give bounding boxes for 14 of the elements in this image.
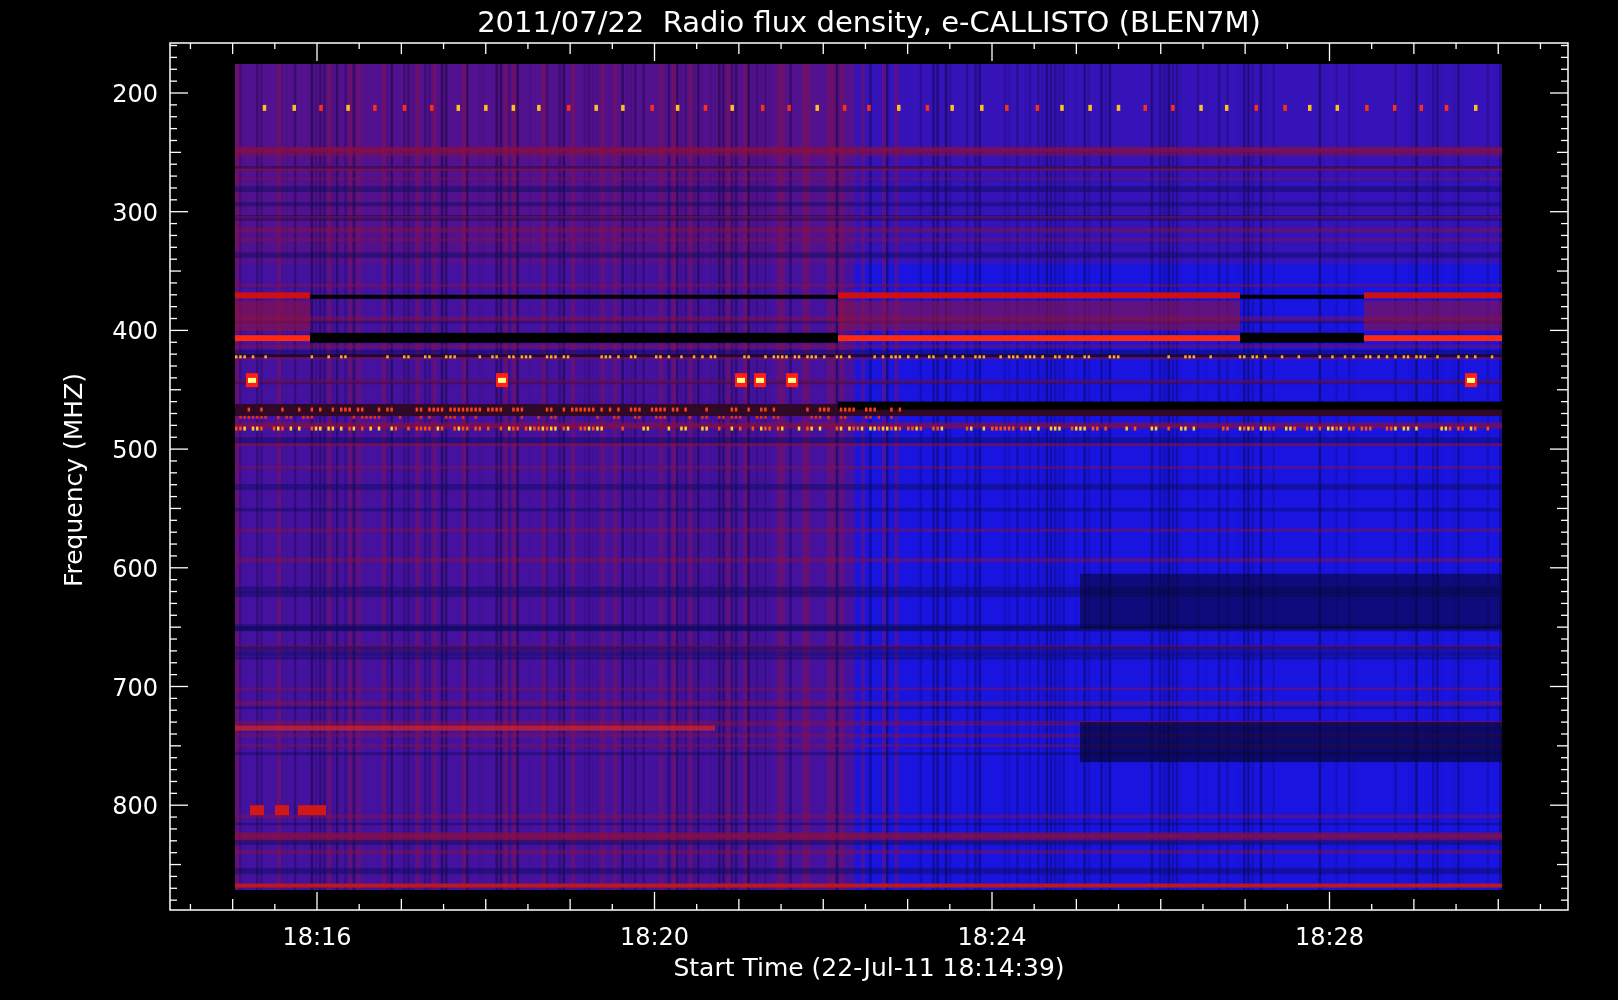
- y-tick-label: 600: [112, 554, 158, 583]
- x-tick-label: 18:28: [1294, 923, 1365, 951]
- y-tick-label: 400: [112, 317, 158, 346]
- y-tick-label: 300: [112, 198, 158, 227]
- y-tick-label: 800: [112, 792, 158, 821]
- chart-title: 2011/07/22 Radio flux density, e-CALLISTO (BLEN7M): [477, 5, 1261, 39]
- x-tick-label: 18:16: [282, 923, 352, 951]
- y-tick-label: 200: [112, 80, 158, 108]
- x-tick-label: 18:24: [957, 923, 1027, 951]
- y-axis-label: Frequency (MHZ): [59, 372, 88, 588]
- x-tick-label: 18:20: [619, 923, 690, 951]
- y-tick-label: 700: [112, 673, 158, 702]
- y-tick-label: 500: [112, 436, 158, 465]
- x-axis-label: Start Time (22-Jul-11 18:14:39): [673, 953, 1065, 982]
